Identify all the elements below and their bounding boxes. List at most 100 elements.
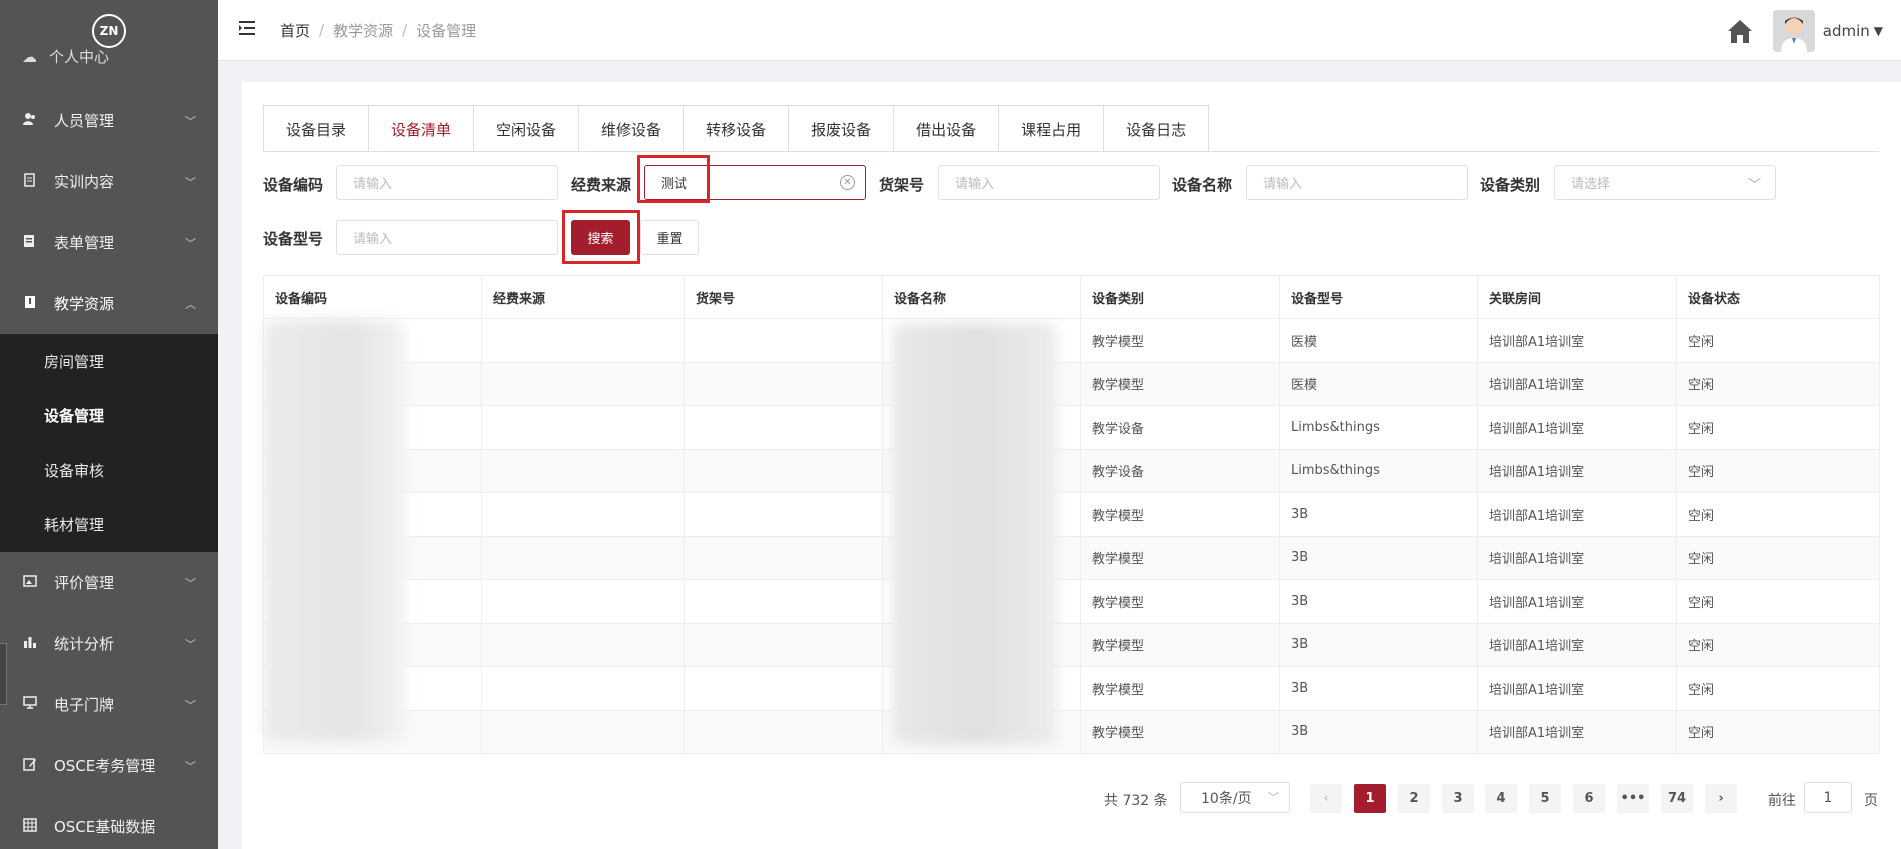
more-pages-icon[interactable]: ••• [1617,784,1649,813]
category-cell: 教学模型 [1080,318,1280,363]
code-input[interactable]: 请输入 [336,165,558,200]
sidebar-item-label: 评价管理 [54,574,115,592]
status-cell: 空闲 [1676,361,1880,406]
total-count: 共 732 条 [1104,793,1168,809]
model-input[interactable]: 请输入 [336,220,558,255]
tab-scrapped-equipment[interactable]: 报废设备 [789,106,895,152]
breadcrumb-teaching-resources[interactable]: 教学资源 [333,20,393,41]
name-label: 设备名称 [1172,176,1233,194]
avatar[interactable] [1772,10,1815,52]
sidebar-item-training-content[interactable]: 实训内容 ﹀ [0,151,218,212]
tab-idle-equipment[interactable]: 空闲设备 [474,106,580,152]
logo-icon: ZN [92,14,126,48]
collapse-menu-icon[interactable] [238,20,258,41]
shelf-cell [684,492,883,537]
page-size-select[interactable]: 10条/页 ﹀ [1180,782,1290,813]
sidebar-item-form-management[interactable]: 表单管理 ﹀ [0,212,218,273]
category-cell: 教学模型 [1080,535,1280,580]
table-row[interactable]: 教学模型 3B 培训部A1培训室 空闲 [263,622,1880,667]
tab-equipment-log[interactable]: 设备日志 [1104,106,1209,152]
shelf-cell [684,622,883,667]
column-header: 设备名称 [882,275,1081,319]
fund-input[interactable]: 测试 ✕ [644,165,866,200]
table-row[interactable]: 教学设备 Limbs&things 培训部A1培训室 空闲 [263,405,1880,450]
reset-button[interactable]: 重置 [640,220,699,255]
sidebar-item-teaching-resources[interactable]: 教学资源 ︿ [0,273,218,334]
shelf-input[interactable]: 请输入 [938,165,1160,200]
page-button[interactable]: 1 [1354,784,1386,813]
chevron-down-icon: ﹀ [185,576,196,590]
table-row[interactable]: 教学设备 Limbs&things 培训部A1培训室 空闲 [263,448,1880,493]
sidebar-item-equipment-management[interactable]: 设备管理 [0,389,218,444]
search-button[interactable]: 搜索 [571,220,630,255]
category-select[interactable]: 请选择 ﹀ [1554,165,1776,200]
tab-transfer-equipment[interactable]: 转移设备 [684,106,790,152]
fund-cell [481,318,685,363]
drag-handle[interactable] [0,643,7,705]
room-cell: 培训部A1培训室 [1477,448,1677,493]
page-button[interactable]: 5 [1529,784,1561,813]
sidebar-item-room-management[interactable]: 房间管理 [0,334,218,389]
model-cell: 3B [1279,622,1478,667]
status-cell: 空闲 [1676,622,1880,667]
tab-loaned-equipment[interactable]: 借出设备 [894,106,1000,152]
chevron-down-icon: ﹀ [185,175,196,189]
redacted-area [892,323,1057,745]
page-button[interactable]: 6 [1573,784,1605,813]
fund-cell [481,361,685,406]
clear-icon[interactable]: ✕ [840,175,855,190]
table-row[interactable]: 教学模型 3B 培训部A1培训室 空闲 [263,666,1880,711]
sidebar-item-label: 人员管理 [54,112,115,130]
category-cell: 教学模型 [1080,666,1280,711]
bar-chart-icon [22,635,38,653]
shelf-cell [684,709,883,754]
model-cell: Limbs&things [1279,405,1478,450]
sidebar-item-statistics[interactable]: 统计分析 ﹀ [0,613,218,674]
sidebar-item-consumables-management[interactable]: 耗材管理 [0,498,218,553]
status-cell: 空闲 [1676,579,1880,624]
shelf-cell [684,448,883,493]
sidebar-item-electronic-doorplate[interactable]: 电子门牌 ﹀ [0,674,218,735]
table-header-row: 设备编码 经费来源 货架号 设备名称 设备类别 设备型号 关联房间 设备状态 [263,275,1880,319]
table-row[interactable]: 教学模型 医模 培训部A1培训室 空闲 [263,361,1880,406]
sidebar-item-osce-basic-data[interactable]: OSCE基础数据 [0,796,218,849]
table-row[interactable]: 教学模型 3B 培训部A1培训室 空闲 [263,535,1880,580]
category-cell: 教学模型 [1080,709,1280,754]
name-input[interactable]: 请输入 [1246,165,1468,200]
form-icon [22,234,38,252]
tab-equipment-catalog[interactable]: 设备目录 [264,106,370,152]
next-page-icon[interactable]: › [1705,784,1737,813]
table-row[interactable]: 教学模型 3B 培训部A1培训室 空闲 [263,492,1880,537]
topbar: 首页 / 教学资源 / 设备管理 admin ▼ [218,0,1901,61]
tab-equipment-list[interactable]: 设备清单 [369,106,475,152]
home-icon[interactable] [1725,16,1755,46]
page-button[interactable]: 74 [1661,784,1693,813]
username[interactable]: admin [1823,22,1870,40]
fund-cell [481,709,685,754]
page-button[interactable]: 2 [1398,784,1430,813]
sidebar-item-osce-exam[interactable]: OSCE考务管理 ﹀ [0,735,218,796]
page-button[interactable]: 4 [1485,784,1517,813]
sidebar-item-evaluation[interactable]: 评价管理 ﹀ [0,552,218,613]
sidebar-item-personal-center[interactable]: ☁ 个人中心 [22,46,109,67]
sidebar-item-personnel[interactable]: 人员管理 ﹀ [0,90,218,151]
page-button[interactable]: 3 [1442,784,1474,813]
prev-page-icon[interactable]: ‹ [1310,784,1342,813]
table-row[interactable]: 教学模型 3B 培训部A1培训室 空闲 [263,709,1880,754]
submenu-teaching-resources: 房间管理 设备管理 设备审核 耗材管理 [0,334,218,552]
shelf-cell [684,405,883,450]
shelf-cell [684,579,883,624]
goto-page-input[interactable]: 1 [1804,782,1852,813]
room-cell: 培训部A1培训室 [1477,579,1677,624]
breadcrumb-home[interactable]: 首页 [280,20,310,41]
fund-cell [481,405,685,450]
tab-course-occupancy[interactable]: 课程占用 [999,106,1105,152]
sidebar-item-label: 实训内容 [54,173,115,191]
table-row[interactable]: 教学模型 3B 培训部A1培训室 空闲 [263,579,1880,624]
sidebar-item-equipment-review[interactable]: 设备审核 [0,443,218,498]
tab-repair-equipment[interactable]: 维修设备 [579,106,685,152]
caret-down-icon[interactable]: ▼ [1874,24,1883,38]
breadcrumb-separator: / [402,21,408,39]
table-row[interactable]: 教学模型 医模 培训部A1培训室 空闲 [263,318,1880,363]
room-cell: 培训部A1培训室 [1477,535,1677,580]
